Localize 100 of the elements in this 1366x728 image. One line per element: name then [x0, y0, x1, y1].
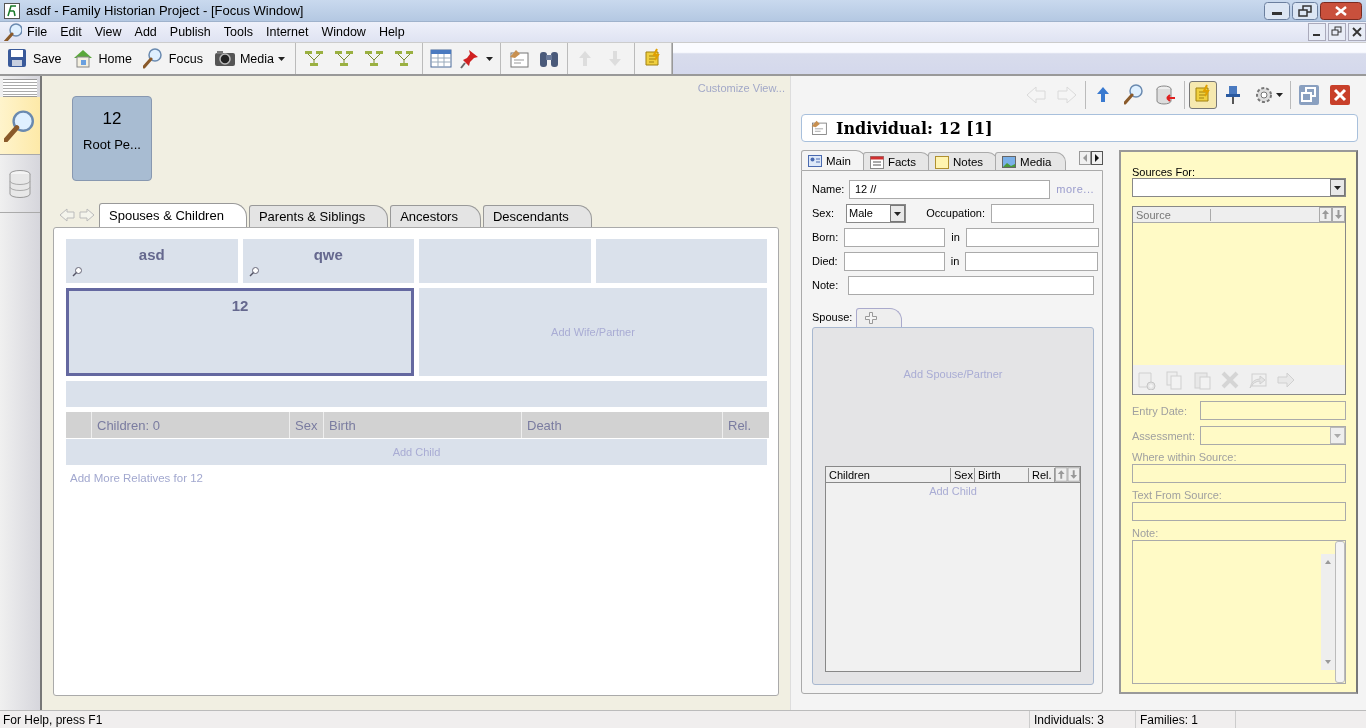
input-field[interactable] [965, 251, 1099, 271]
field-label: Note: [1132, 527, 1160, 539]
toolbar-button[interactable]: Home [69, 45, 138, 72]
input-field[interactable] [1200, 401, 1346, 420]
field-label: in [951, 231, 960, 243]
minimize-button[interactable] [1308, 23, 1326, 41]
restore-button[interactable] [1328, 23, 1346, 41]
parent-box[interactable]: qwe [242, 239, 414, 283]
menu-item[interactable]: Help [373, 25, 413, 39]
input-field[interactable] [848, 275, 1094, 295]
menu-item[interactable]: File [22, 25, 56, 39]
right-arrow-icon [1056, 84, 1078, 106]
scroll-button[interactable] [1189, 81, 1217, 109]
input-field[interactable] [991, 203, 1094, 223]
field-label: Spouse: [812, 311, 853, 323]
input-field[interactable] [1132, 502, 1346, 521]
person-card-icon [808, 153, 822, 168]
search-icon [4, 23, 22, 41]
calendar-icon [869, 154, 884, 169]
field-label: Name: [812, 183, 843, 195]
close-button[interactable] [1348, 23, 1366, 41]
field-label: Note: [812, 279, 840, 291]
root-person-box[interactable]: 12 Root Pe... [72, 96, 152, 181]
note-field[interactable] [1132, 540, 1346, 684]
focus-person-box[interactable]: 12 [66, 288, 414, 376]
tab[interactable]: Spouses & Children [99, 203, 247, 227]
search-icon [142, 47, 165, 70]
field-label: in [950, 255, 960, 267]
form-icon [810, 119, 828, 137]
back-arrow-icon[interactable] [59, 208, 75, 222]
sidebar-tab[interactable] [0, 97, 40, 155]
record-title: Individual: 12 [1] [836, 118, 993, 138]
search-icon [248, 267, 259, 277]
notepad-icon [935, 154, 950, 169]
status-text: For Help, press F1 [2, 712, 104, 727]
restore-window-icon [1298, 84, 1320, 106]
restore-button[interactable] [1292, 1, 1318, 20]
tab[interactable]: Media [995, 152, 1067, 170]
column-header[interactable]: Birth [975, 467, 1030, 482]
app-logo-icon [4, 2, 20, 19]
search-icon [72, 267, 82, 277]
field-label: Where within Source: [1132, 451, 1238, 463]
grip-handle[interactable] [3, 79, 37, 97]
menu-item[interactable]: Internet [261, 25, 317, 39]
search-icon [1124, 84, 1146, 106]
sex-dropdown[interactable]: Male [846, 203, 907, 223]
plus-icon [865, 312, 878, 324]
field-label: Occupation: [926, 207, 985, 219]
menu-item[interactable]: Publish [164, 25, 219, 39]
menu-item[interactable]: Tools [218, 25, 261, 39]
toolbar-button[interactable]: Media [210, 45, 291, 72]
database-icon [9, 168, 31, 199]
person-name: qwe [312, 245, 344, 263]
tab[interactable]: Descendants [482, 205, 592, 227]
status-text: Families: 1 [1135, 711, 1235, 728]
sources-for-dropdown[interactable] [1132, 178, 1346, 197]
parent-box[interactable]: asd [66, 239, 238, 283]
assessment-dropdown[interactable] [1200, 426, 1346, 445]
input-field[interactable] [843, 251, 945, 271]
field-label: Text From Source: [1132, 489, 1223, 501]
person-label: Root Pe... [83, 137, 141, 152]
column-header[interactable]: Sex [951, 467, 976, 482]
column-header[interactable]: Children [826, 467, 952, 482]
input-field[interactable] [965, 227, 1099, 247]
menu-item[interactable]: Window [316, 25, 374, 39]
field-label: Assessment: [1132, 429, 1194, 442]
expand-handle[interactable] [1335, 541, 1345, 683]
input-field[interactable] [1132, 464, 1346, 483]
minimize-button[interactable] [1264, 1, 1290, 20]
sort-buttons-icon[interactable] [1055, 467, 1080, 482]
add-spouse-tab[interactable] [856, 308, 903, 327]
input-field[interactable] [844, 227, 946, 247]
table-icon [429, 47, 452, 70]
save-icon [7, 47, 29, 70]
field-label: Sex: [812, 207, 835, 219]
search-icon [4, 109, 36, 142]
status-text: Individuals: 3 [1029, 711, 1135, 728]
database-arrow-icon [1155, 84, 1177, 106]
input-field[interactable]: 12 // [849, 179, 1051, 199]
left-arrow-icon [1025, 84, 1047, 106]
field-label: Born: [812, 231, 839, 243]
tab[interactable]: Main [801, 150, 866, 170]
menu-item[interactable]: Add [129, 25, 165, 39]
forward-arrow-icon[interactable] [79, 208, 95, 222]
tab[interactable]: Ancestors [390, 205, 481, 227]
scroll-right-button[interactable] [1091, 151, 1103, 165]
toolbar-button[interactable]: Focus [139, 45, 209, 72]
form-icon [507, 47, 530, 70]
close-button[interactable] [1320, 1, 1362, 20]
person-name: 12 [230, 296, 250, 314]
person-number: 12 [102, 109, 122, 129]
close-icon [1329, 84, 1351, 106]
tab[interactable]: Parents & Siblings [248, 205, 389, 227]
toolbar-button[interactable]: Save [4, 45, 68, 72]
sort-buttons-icon[interactable] [1319, 207, 1345, 222]
person-name: asd [137, 245, 166, 263]
menu-item[interactable]: View [89, 25, 130, 39]
menu-item[interactable]: Edit [55, 25, 90, 39]
picture-frame-icon [1002, 154, 1017, 169]
field-label: Died: [812, 255, 838, 267]
